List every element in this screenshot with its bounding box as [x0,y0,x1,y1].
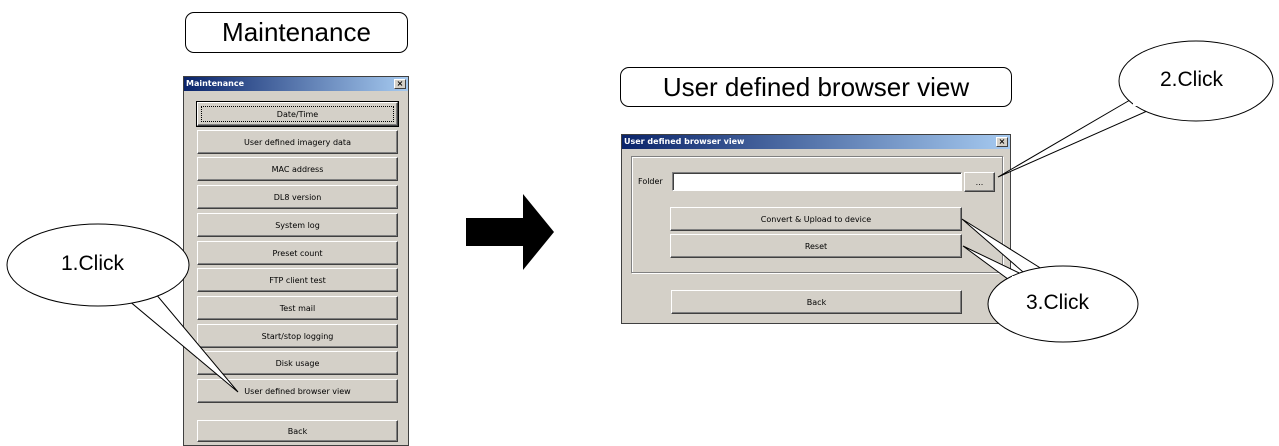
maintenance-button[interactable]: FTP client test [197,268,398,292]
reset-button[interactable]: Reset [670,234,962,258]
browser-view-label: User defined browser view [620,67,1012,107]
maintenance-button[interactable]: Preset count [197,241,398,265]
browser-window: User defined browser view × Folder ... C… [621,134,1011,324]
maintenance-button-label: Start/stop logging [261,331,334,341]
folder-input[interactable] [672,172,962,191]
browser-titlebar: User defined browser view × [622,135,1010,149]
maintenance-button-label: User defined imagery data [244,137,351,147]
maintenance-button-label: User defined browser view [244,386,351,396]
maintenance-button-label: FTP client test [269,275,326,285]
callout-step2-text: 2.Click [1160,68,1224,91]
callout-step1-text: 1.Click [61,252,125,275]
maintenance-title: Maintenance [186,79,245,88]
browser-view-label-text: User defined browser view [662,71,970,102]
convert-upload-button[interactable]: Convert & Upload to device [670,207,962,231]
maintenance-close-button[interactable]: × [394,79,406,89]
maintenance-button-label: Date/Time [276,109,319,119]
maintenance-titlebar: Maintenance × [184,77,408,91]
maintenance-button-label: Preset count [272,248,323,258]
convert-upload-label: Convert & Upload to device [760,214,872,224]
browser-title: User defined browser view [624,137,745,146]
maintenance-button[interactable]: Test mail [197,296,398,320]
maintenance-back-label: Back [287,426,308,436]
maintenance-button[interactable]: Start/stop logging [197,324,398,348]
maintenance-button[interactable]: DL8 version [197,185,398,209]
maintenance-button-label: System log [275,220,320,230]
right-arrow-icon [466,194,554,270]
maintenance-button[interactable]: Disk usage [197,351,398,375]
close-icon: × [396,79,404,88]
maintenance-button-label: MAC address [271,164,324,174]
maintenance-button[interactable]: Date/Time [196,101,399,127]
close-icon: × [998,137,1006,146]
maintenance-label: Maintenance [185,12,408,53]
maintenance-button[interactable]: MAC address [197,157,398,181]
browser-close-button[interactable]: × [996,137,1008,147]
browse-button[interactable]: ... [964,172,995,192]
browser-back-button[interactable]: Back [671,290,962,314]
maintenance-window: Maintenance × Date/Time User defined imag… [183,76,409,446]
maintenance-button-label: DL8 version [273,192,322,202]
browse-label: ... [975,177,984,187]
maintenance-back-button[interactable]: Back [197,420,398,442]
maintenance-button-label: Test mail [279,303,316,313]
folder-label: Folder [638,177,663,186]
reset-label: Reset [804,241,828,251]
callout-step2-shape [997,40,1274,178]
maintenance-button[interactable]: User defined imagery data [197,130,398,154]
browser-back-label: Back [806,297,827,307]
maintenance-label-text: Maintenance [222,17,371,47]
maintenance-button-label: Disk usage [275,358,320,368]
maintenance-button[interactable]: User defined browser view [197,379,398,403]
maintenance-button[interactable]: System log [197,213,398,237]
callout-step3-text: 3.Click [1026,291,1090,314]
